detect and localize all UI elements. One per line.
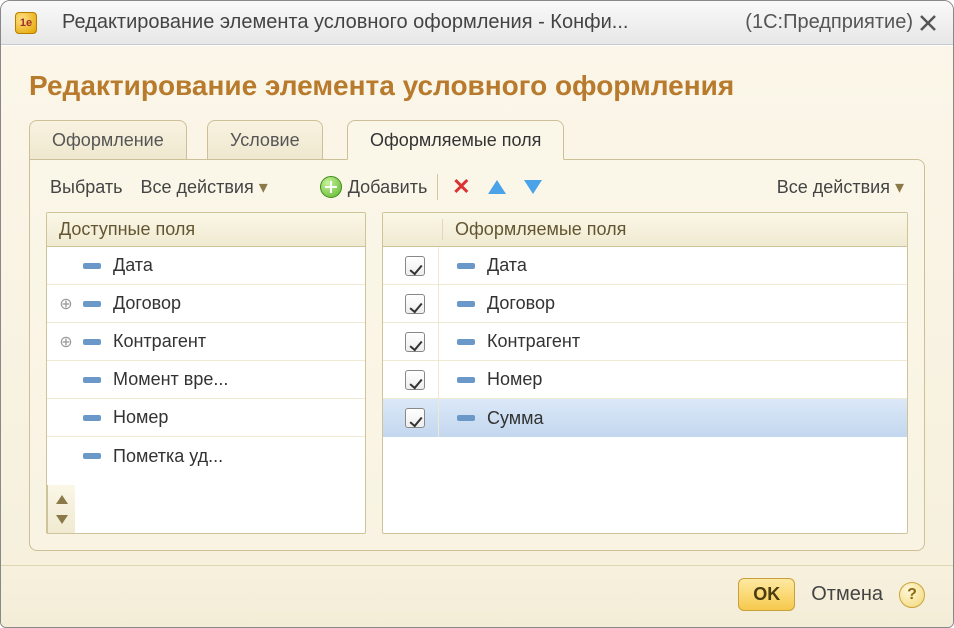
field-label: Момент вре... [113, 369, 228, 390]
content-area: Редактирование элемента условного оформл… [1, 45, 953, 565]
formatted-fields-header: Оформляемые поля [383, 213, 907, 247]
formatted-fields-header-label: Оформляемые поля [443, 219, 626, 240]
checkbox[interactable] [405, 332, 425, 352]
field-icon [83, 301, 101, 307]
field-icon [83, 377, 101, 383]
formatted-fields-panel: Оформляемые поля Дата Договор [382, 212, 908, 534]
move-up-button[interactable] [484, 180, 510, 194]
field-label: Пометка уд... [113, 446, 223, 467]
dialog-window: 1e Редактирование элемента условного офо… [0, 0, 954, 628]
ok-button[interactable]: OK [738, 578, 795, 611]
field-label: Контрагент [487, 331, 580, 352]
app-1c-icon: 1e [15, 12, 37, 34]
field-label: Дата [487, 255, 527, 276]
field-label: Контрагент [113, 331, 206, 352]
tree-row[interactable]: ⊕ Контрагент [47, 323, 365, 361]
field-icon [83, 453, 101, 459]
add-button-label: Добавить [348, 177, 428, 198]
footer: OK Отмена ? [1, 565, 953, 627]
lists-area: Доступные поля Дата ⊕ Договор [46, 212, 908, 534]
available-fields-list[interactable]: Дата ⊕ Договор ⊕ Контрагент [47, 247, 365, 485]
tree-row[interactable]: Дата [47, 247, 365, 285]
arrow-down-icon [524, 180, 542, 194]
all-actions-right-dropdown[interactable]: Все действия [773, 175, 908, 200]
formatted-fields-list[interactable]: Дата Договор Контрагент Номер [383, 247, 907, 533]
triangle-down-icon [56, 515, 68, 524]
field-icon [457, 339, 475, 345]
tab-formatted-fields[interactable]: Оформляемые поля [347, 120, 564, 160]
tab-row: Оформление Условие Оформляемые поля [29, 120, 925, 160]
list-item[interactable]: Договор [383, 285, 907, 323]
list-item[interactable]: Номер [383, 361, 907, 399]
field-icon [83, 263, 101, 269]
window-title: Редактирование элемента условного оформл… [62, 11, 739, 34]
field-icon [83, 415, 101, 421]
field-icon [83, 339, 101, 345]
close-icon [919, 14, 937, 32]
available-fields-header: Доступные поля [47, 213, 365, 247]
arrow-up-icon [488, 180, 506, 194]
list-item[interactable]: Контрагент [383, 323, 907, 361]
checkbox[interactable] [405, 370, 425, 390]
expander-icon[interactable]: ⊕ [55, 332, 77, 352]
tab-condition[interactable]: Условие [207, 120, 323, 160]
field-label: Номер [487, 369, 542, 390]
all-actions-left-dropdown[interactable]: Все действия [137, 175, 272, 200]
separator [437, 174, 438, 200]
field-label: Сумма [487, 408, 544, 429]
checkbox[interactable] [405, 256, 425, 276]
tree-row[interactable]: Момент вре... [47, 361, 365, 399]
tree-row[interactable]: Номер [47, 399, 365, 437]
page-title: Редактирование элемента условного оформл… [29, 70, 925, 102]
field-icon [457, 415, 475, 421]
delete-button[interactable]: ✕ [448, 174, 474, 200]
list-item[interactable]: Дата [383, 247, 907, 285]
tree-row[interactable]: Пометка уд... [47, 437, 365, 475]
tab-formatting[interactable]: Оформление [29, 120, 187, 160]
scroll-up-button[interactable] [52, 489, 72, 509]
field-label: Договор [113, 293, 181, 314]
toolbar: Выбрать Все действия Добавить ✕ Все дейс… [46, 174, 908, 200]
tree-row[interactable]: ⊕ Договор [47, 285, 365, 323]
checkbox[interactable] [405, 408, 425, 428]
add-icon [320, 176, 342, 198]
close-button[interactable] [913, 8, 943, 38]
field-icon [457, 377, 475, 383]
field-label: Дата [113, 255, 153, 276]
tab-panel: Выбрать Все действия Добавить ✕ Все дейс… [29, 159, 925, 551]
field-label: Договор [487, 293, 555, 314]
window-title-suffix: (1С:Предприятие) [745, 11, 913, 34]
list-item[interactable]: Сумма [383, 399, 907, 437]
triangle-up-icon [56, 495, 68, 504]
expander-icon[interactable]: ⊕ [55, 294, 77, 314]
field-icon [457, 301, 475, 307]
cancel-button[interactable]: Отмена [811, 583, 883, 606]
field-icon [457, 263, 475, 269]
available-fields-panel: Доступные поля Дата ⊕ Договор [46, 212, 366, 534]
select-button[interactable]: Выбрать [46, 175, 127, 200]
field-label: Номер [113, 407, 168, 428]
checkbox[interactable] [405, 294, 425, 314]
title-bar: 1e Редактирование элемента условного офо… [1, 1, 953, 45]
add-button[interactable]: Добавить [320, 176, 428, 198]
scroll-down-button[interactable] [52, 509, 72, 529]
move-down-button[interactable] [520, 180, 546, 194]
help-button[interactable]: ? [899, 582, 925, 608]
scrollbar[interactable] [47, 485, 75, 533]
